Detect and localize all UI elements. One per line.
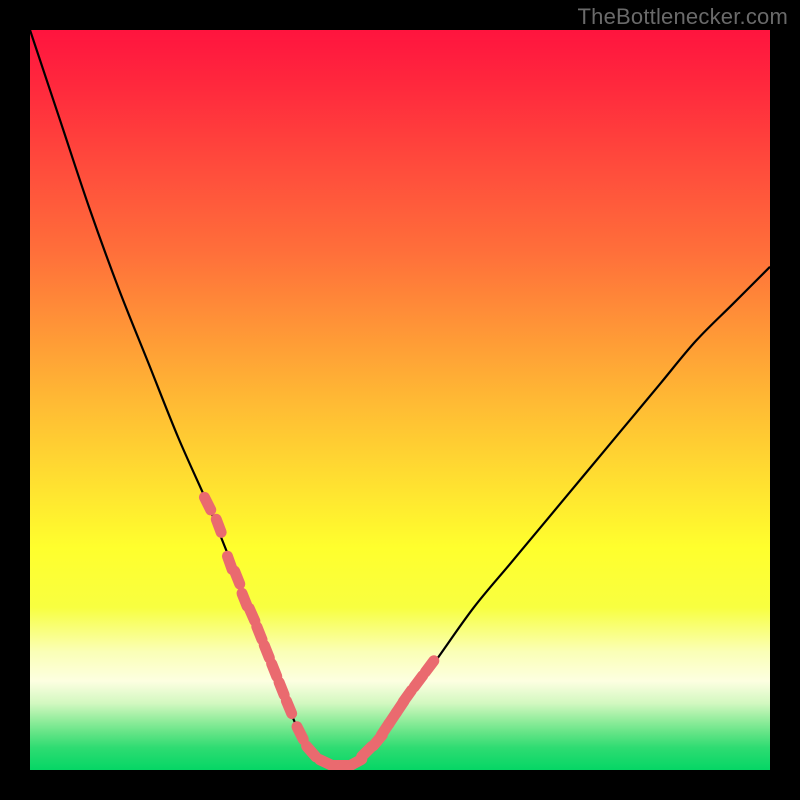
- plot-area: [30, 30, 770, 770]
- bottleneck-curve: [30, 30, 770, 766]
- marker-dash: [264, 645, 269, 658]
- marker-dash: [272, 664, 277, 677]
- marker-dash: [297, 727, 303, 740]
- marker-dash: [249, 608, 255, 621]
- curve-layer: [30, 30, 770, 770]
- marker-dash: [216, 519, 221, 532]
- marker-dash: [425, 661, 433, 672]
- marker-dash: [403, 690, 411, 701]
- marker-dash: [279, 682, 284, 695]
- marker-dash: [204, 497, 210, 510]
- marker-dash: [235, 571, 240, 584]
- highlight-markers: [204, 497, 433, 766]
- marker-dash: [257, 627, 262, 640]
- chart-frame: TheBottlenecker.com: [0, 0, 800, 800]
- watermark-text: TheBottlenecker.com: [578, 4, 788, 30]
- marker-dash: [286, 701, 291, 714]
- marker-dash: [307, 746, 316, 757]
- marker-dash: [414, 676, 422, 687]
